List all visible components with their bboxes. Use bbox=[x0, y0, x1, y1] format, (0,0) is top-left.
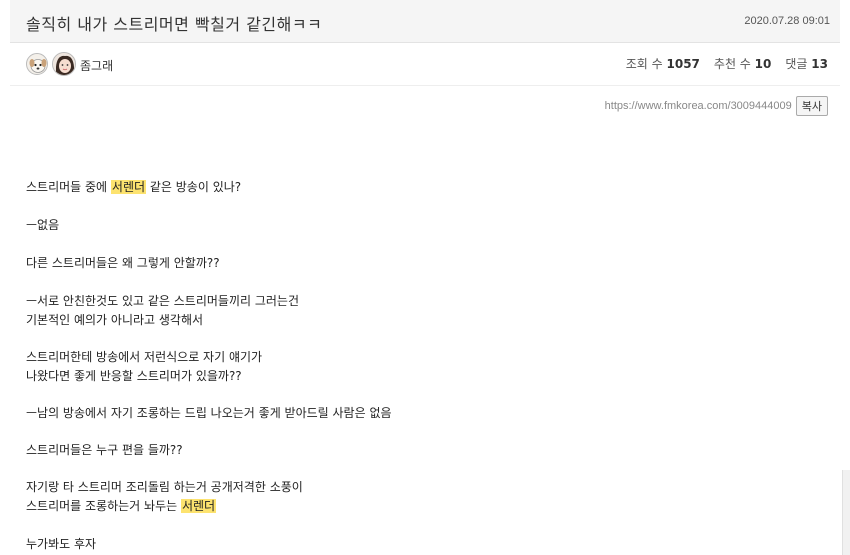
copy-url-button[interactable]: 복사 bbox=[795, 96, 828, 116]
author-name[interactable]: 좀그래 bbox=[80, 57, 113, 74]
post-stats: 조회 수 1057 추천 수 10 댓글 13 bbox=[626, 55, 828, 72]
post-date: 2020.07.28 09:01 bbox=[744, 15, 830, 27]
dog-level-icon bbox=[26, 53, 48, 75]
body-line: 스트리머한테 방송에서 저런식으로 자기 얘기가 bbox=[26, 350, 263, 364]
post-link-row: https://www.fmkorea.com/3009444009 복사 bbox=[605, 96, 828, 116]
body-line: ㅡ남의 방송에서 자기 조롱하는 드립 나오는거 좋게 받아드릴 사람은 없음 bbox=[26, 406, 392, 420]
scrollbar[interactable] bbox=[842, 470, 850, 555]
body-line: ㅡ없음 bbox=[26, 218, 60, 232]
user-avatar[interactable] bbox=[52, 52, 76, 76]
body-line: 스트리머들 중에 서렌더 같은 방송이 있나? bbox=[26, 180, 242, 194]
body-line: 나왔다면 좋게 반응할 스트리머가 있을까?? bbox=[26, 369, 242, 383]
body-line: 누가봐도 후자 bbox=[26, 537, 97, 551]
highlighted-text: 서렌더 bbox=[110, 180, 147, 194]
body-line: 다른 스트리머들은 왜 그렇게 안할까?? bbox=[26, 256, 220, 270]
vote-count: 추천 수 10 bbox=[713, 57, 772, 71]
post-meta: 좀그래 조회 수 1057 추천 수 10 댓글 13 bbox=[10, 44, 840, 86]
post-url[interactable]: https://www.fmkorea.com/3009444009 bbox=[605, 100, 792, 112]
body-line: 스트리머를 조롱하는거 놔두는 서렌더 bbox=[26, 499, 217, 513]
body-line: 자기랑 타 스트리머 조리돌림 하는거 공개저격한 소풍이 bbox=[26, 480, 303, 494]
body-line: 스트리머들은 누구 편을 들까?? bbox=[26, 443, 183, 457]
body-line: 기본적인 예의가 아니라고 생각해서 bbox=[26, 313, 204, 327]
highlighted-text: 서렌더 bbox=[180, 499, 217, 513]
view-count: 조회 수 1057 bbox=[625, 57, 700, 71]
post-title: 솔직히 내가 스트리머면 빡칠거 같긴해ㅋㅋ bbox=[26, 15, 323, 34]
post-header: 솔직히 내가 스트리머면 빡칠거 같긴해ㅋㅋ 2020.07.28 09:01 bbox=[10, 0, 840, 43]
comment-count[interactable]: 댓글 13 bbox=[785, 55, 828, 72]
body-line: ㅡ서로 안친한것도 있고 같은 스트리머들끼리 그러는건 bbox=[26, 294, 299, 308]
